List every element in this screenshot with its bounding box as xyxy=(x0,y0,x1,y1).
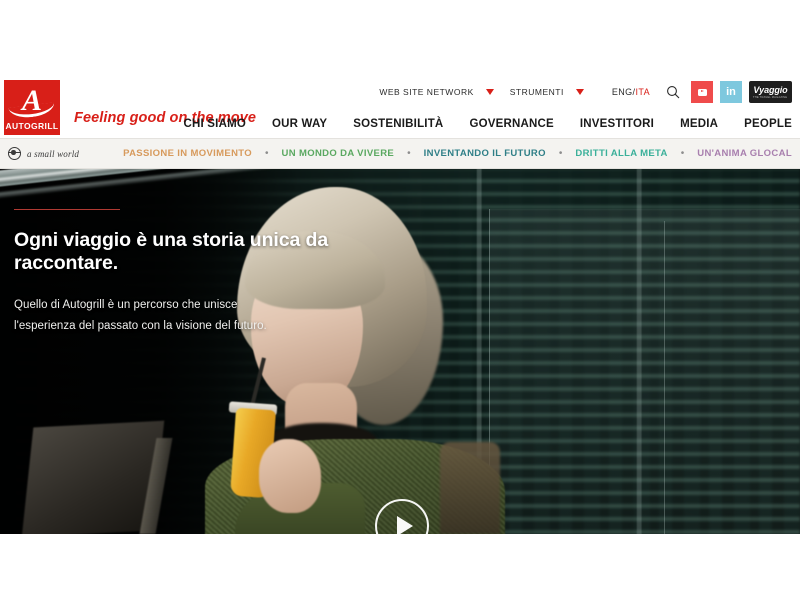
utility-nav: WEB SITE NETWORK STRUMENTI ENG/ITA in Vy… xyxy=(379,81,792,103)
sub-nav-un-mondo-da-vivere[interactable]: UN MONDO DA VIVERE xyxy=(282,148,395,159)
main-navigation: CHI SIAMO OUR WAY SOSTENIBILITÀ GOVERNAN… xyxy=(158,118,793,130)
hero-subtitle-line-2: l'esperienza del passato con la visione … xyxy=(14,320,267,332)
nav-item-our-way[interactable]: OUR WAY xyxy=(272,118,327,130)
a-small-world-label: a small world xyxy=(27,148,80,159)
secondary-nav-links: PASSIONE IN MOVIMENTO • UN MONDO DA VIVE… xyxy=(123,148,792,159)
hero-banner: Ogni viaggio è una storia unica da racco… xyxy=(0,169,800,534)
vyaggio-title: Vyaggio xyxy=(753,84,788,95)
sub-nav-separator: • xyxy=(680,147,685,159)
chevron-down-icon xyxy=(485,89,494,95)
linkedin-glyph: in xyxy=(726,85,736,98)
chair xyxy=(440,442,500,534)
sub-nav-separator: • xyxy=(558,147,563,159)
web-site-network-menu[interactable]: WEB SITE NETWORK xyxy=(379,87,505,97)
hero-title: Ogni viaggio è una storia unica da racco… xyxy=(14,229,329,274)
top-whitespace xyxy=(0,0,800,75)
hero-text-block: Ogni viaggio è una storia unica da racco… xyxy=(14,209,344,337)
chevron-down-icon xyxy=(575,89,584,95)
vyaggio-subtitle: THE TRAVEL MAGAZINE xyxy=(753,94,788,99)
nav-item-investitori[interactable]: INVESTITORI xyxy=(580,118,654,130)
globe-compass-icon xyxy=(7,147,21,160)
nav-item-people[interactable]: PEOPLE xyxy=(744,118,792,130)
hero-subtitle-line-1: Quello di Autogrill è un percorso che un… xyxy=(14,299,238,311)
hand xyxy=(259,439,321,513)
sub-nav-inventando-il-futuro[interactable]: INVENTANDO IL FUTURO xyxy=(424,148,546,159)
strumenti-menu[interactable]: STRUMENTI xyxy=(510,87,596,97)
nav-item-sostenibilita[interactable]: SOSTENIBILITÀ xyxy=(353,118,443,130)
logo-wordmark: AUTOGRILL xyxy=(5,121,59,131)
nav-item-chi-siamo[interactable]: CHI SIAMO xyxy=(184,118,247,130)
strumenti-label: STRUMENTI xyxy=(509,87,564,97)
sub-nav-dritti-alla-meta[interactable]: DRITTI ALLA META xyxy=(575,148,667,159)
lang-ita[interactable]: ITA xyxy=(635,87,650,97)
sub-nav-separator: • xyxy=(407,147,411,159)
nav-item-governance[interactable]: GOVERNANCE xyxy=(469,118,553,130)
language-switcher[interactable]: ENG/ITA xyxy=(612,87,650,97)
glass-panel-right xyxy=(489,209,800,534)
youtube-play-glyph xyxy=(697,88,707,96)
sub-nav-passione-in-movimento[interactable]: PASSIONE IN MOVIMENTO xyxy=(123,148,252,159)
glass-panel-divider xyxy=(664,221,665,534)
vyaggio-badge[interactable]: Vyaggio THE TRAVEL MAGAZINE xyxy=(749,81,792,103)
sub-nav-separator: • xyxy=(265,147,269,159)
play-triangle-glyph xyxy=(396,516,413,534)
linkedin-icon[interactable]: in xyxy=(720,81,742,103)
secondary-nav-bar: a small world PASSIONE IN MOVIMENTO • UN… xyxy=(0,138,800,169)
lang-eng[interactable]: ENG xyxy=(612,87,633,97)
page-root: A AUTOGRILL Feeling good on the move WEB… xyxy=(0,0,800,600)
nav-item-media[interactable]: MEDIA xyxy=(680,118,718,130)
sub-nav-unanima-glocal[interactable]: UN'ANIMA GLOCAL xyxy=(697,148,792,159)
a-small-world-brand[interactable]: a small world xyxy=(7,147,80,160)
search-icon[interactable] xyxy=(662,81,684,103)
site-header: A AUTOGRILL Feeling good on the move WEB… xyxy=(0,75,800,138)
autogrill-logo[interactable]: A AUTOGRILL xyxy=(4,80,60,135)
bottom-whitespace xyxy=(0,534,800,599)
youtube-icon[interactable] xyxy=(691,81,713,103)
web-site-network-label: WEB SITE NETWORK xyxy=(379,87,474,97)
hero-accent-rule xyxy=(14,209,120,210)
